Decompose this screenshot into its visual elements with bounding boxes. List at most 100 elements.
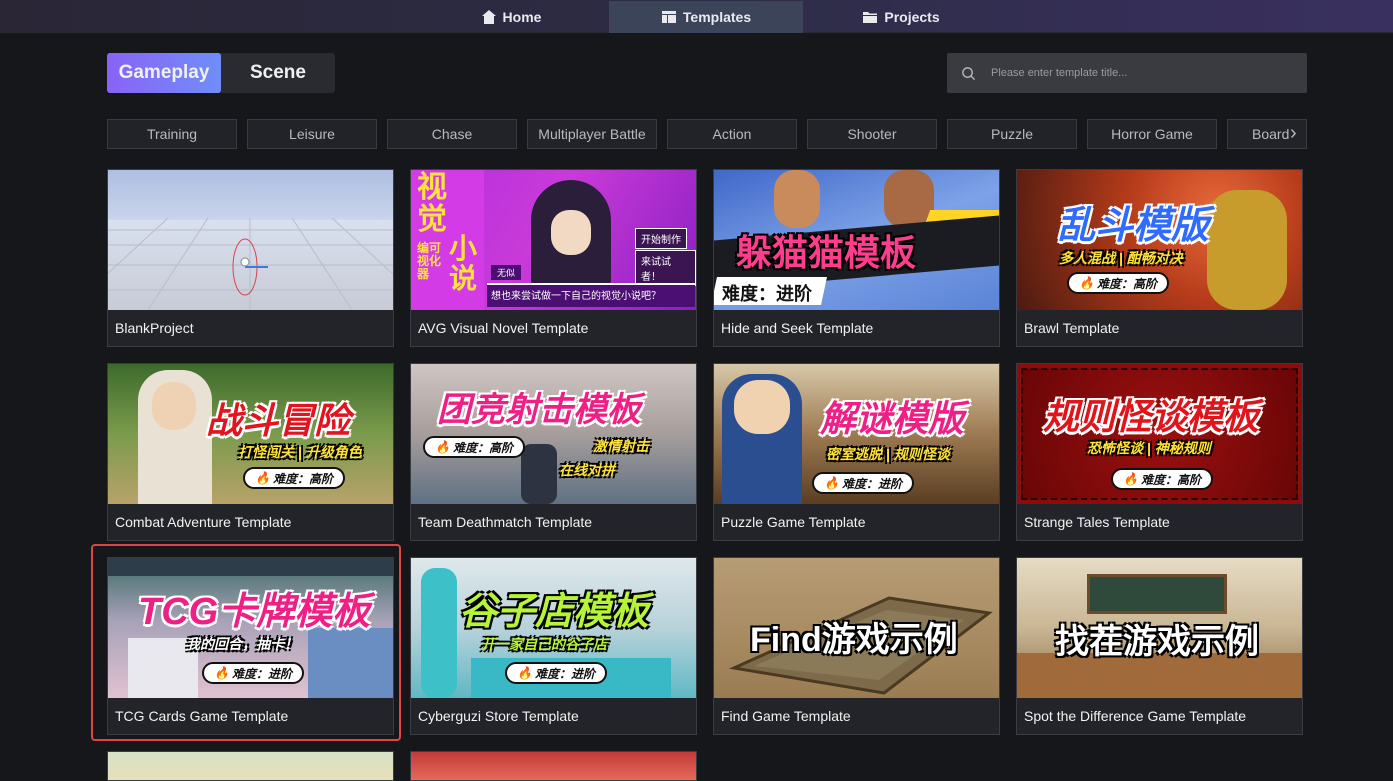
- template-card-strange-tales[interactable]: 规则怪谈模板 恐怖怪谈 | 神秘规则 🔥 难度：高阶 Strange Tales …: [1016, 363, 1303, 541]
- template-title: Strange Tales Template: [1024, 514, 1170, 530]
- template-title: BlankProject: [115, 320, 194, 336]
- template-card-hide-and-seek[interactable]: 躲猫猫模板 难度：进阶 Hide and Seek Template: [713, 169, 1000, 347]
- art-text: 在线对拼: [559, 462, 615, 478]
- art-headline: TCG卡牌模板: [138, 591, 371, 633]
- fire-icon: 🔥: [1079, 276, 1094, 290]
- template-thumbnail: Find游戏示例: [714, 558, 999, 698]
- mode-gameplay-button[interactable]: Gameplay: [107, 53, 221, 93]
- art-headline: 战斗冒险: [206, 400, 351, 441]
- art-headline: 解谜模版: [820, 398, 965, 439]
- template-card-combat-adventure[interactable]: 战斗冒险 打怪闯关 | 升级角色 🔥 难度：高阶 Combat Adventure…: [107, 363, 394, 541]
- template-card-blank-project[interactable]: BlankProject: [107, 169, 394, 347]
- template-title: Spot the Difference Game Template: [1024, 708, 1247, 724]
- difficulty-pill: 🔥 难度：进阶: [812, 472, 914, 494]
- art-text: 开一家自己的谷子店: [481, 636, 607, 652]
- mode-scene-button[interactable]: Scene: [221, 53, 335, 93]
- template-thumbnail: 战斗冒险 打怪闯关 | 升级角色 🔥 难度：高阶: [108, 364, 393, 504]
- template-title: Find Game Template: [721, 708, 851, 724]
- template-title: Hide and Seek Template: [721, 320, 874, 336]
- templates-icon: [661, 11, 676, 23]
- template-card-partial[interactable]: [410, 751, 697, 781]
- template-card-spot-the-difference[interactable]: 找茬游戏示例 Spot the Difference Game Template: [1016, 557, 1303, 735]
- art-text: 想也来尝试做一下自己的视觉小说吧？: [491, 291, 661, 302]
- nav-tab-label: Projects: [884, 9, 940, 25]
- art-text: 难度：进阶: [722, 284, 812, 304]
- chevron-right-icon[interactable]: ›: [1290, 123, 1304, 144]
- template-thumbnail: 谷子店模板 开一家自己的谷子店 🔥 难度：进阶: [411, 558, 696, 698]
- template-card-brawl[interactable]: 乱斗模版 多人混战 | 酣畅对决 🔥 难度：高阶 Brawl Template: [1016, 169, 1303, 347]
- template-title: AVG Visual Novel Template: [418, 320, 589, 336]
- category-chase[interactable]: Chase: [387, 119, 517, 149]
- mode-switch: Gameplay Scene: [107, 53, 335, 93]
- art-text: 难度：高阶: [1096, 276, 1157, 291]
- template-card-team-deathmatch[interactable]: 团竞射击模板 🔥 难度：高阶 激情射击 在线对拼 Team Deathmatch …: [410, 363, 697, 541]
- template-card-tcg-cards-game[interactable]: TCG卡牌模板 我的回合，抽卡！ 🔥 难度：进阶 TCG Cards Game T…: [107, 557, 394, 735]
- nav-tab-label: Home: [502, 9, 542, 25]
- art-text: 无似: [491, 265, 522, 280]
- art-text: 难度：进阶: [231, 666, 292, 681]
- fire-icon: 🔥: [1123, 472, 1138, 486]
- template-thumbnail: 视觉 小说 编可视化器 开始制作 来试试者！ 无似 想也来尝试做一下自己的视觉小…: [411, 170, 696, 310]
- template-card-partial[interactable]: [107, 751, 394, 781]
- category-multiplayer-battle[interactable]: Multiplayer Battle: [527, 119, 657, 149]
- template-thumbnail: 躲猫猫模板 难度：进阶: [714, 170, 999, 310]
- art-text: 难度：高阶: [272, 471, 333, 486]
- template-title: Cyberguzi Store Template: [418, 708, 579, 724]
- art-text: 密室逃脱 | 规则怪谈: [826, 446, 950, 462]
- template-card-cyberguzi-store[interactable]: 谷子店模板 开一家自己的谷子店 🔥 难度：进阶 Cyberguzi Store T…: [410, 557, 697, 735]
- art-headline: 躲猫猫模板: [736, 232, 917, 273]
- folder-icon: [863, 12, 878, 23]
- category-action[interactable]: Action: [667, 119, 797, 149]
- template-thumbnail: TCG卡牌模板 我的回合，抽卡！ 🔥 难度：进阶: [108, 558, 393, 698]
- category-bar: Training Leisure Chase Multiplayer Battl…: [107, 119, 1307, 149]
- template-thumbnail: 规则怪谈模板 恐怖怪谈 | 神秘规则 🔥 难度：高阶: [1017, 364, 1302, 504]
- difficulty-pill: 🔥 难度：进阶: [505, 662, 607, 684]
- category-training[interactable]: Training: [107, 119, 237, 149]
- art-headline: Find游戏示例: [750, 621, 958, 659]
- template-card-avg-visual-novel[interactable]: 视觉 小说 编可视化器 开始制作 来试试者！ 无似 想也来尝试做一下自己的视觉小…: [410, 169, 697, 347]
- template-thumbnail: 团竞射击模板 🔥 难度：高阶 激情射击 在线对拼: [411, 364, 696, 504]
- nav-tab-label: Templates: [682, 9, 752, 25]
- nav-tab-templates[interactable]: Templates: [609, 1, 803, 33]
- nav-tab-projects[interactable]: Projects: [804, 1, 998, 33]
- fire-icon: 🔥: [214, 666, 229, 680]
- art-text: 编可视化器: [417, 241, 442, 281]
- category-shooter[interactable]: Shooter: [807, 119, 937, 149]
- template-thumbnail: [108, 170, 393, 310]
- search-icon: [962, 66, 976, 80]
- fire-icon: 🔥: [824, 476, 839, 490]
- template-thumbnail: 解谜模版 密室逃脱 | 规则怪谈 🔥 难度：进阶: [714, 364, 999, 504]
- art-text: 来试试者！: [635, 250, 696, 286]
- template-thumbnail: 乱斗模版 多人混战 | 酣畅对决 🔥 难度：高阶: [1017, 170, 1302, 310]
- category-horror-game[interactable]: Horror Game: [1087, 119, 1217, 149]
- art-text: 激情射击: [593, 438, 649, 454]
- art-headline: 团竞射击模板: [437, 391, 641, 429]
- art-text: 打怪闯关 | 升级角色: [238, 444, 362, 460]
- category-leisure[interactable]: Leisure: [247, 119, 377, 149]
- art-headline: 找茬游戏示例: [1055, 623, 1259, 661]
- search-box: [947, 53, 1307, 93]
- template-title: Team Deathmatch Template: [418, 514, 593, 530]
- art-text: 恐怖怪谈 | 神秘规则: [1087, 440, 1211, 456]
- difficulty-pill: 🔥 难度：高阶: [1111, 468, 1213, 490]
- template-card-find-game[interactable]: Find游戏示例 Find Game Template: [713, 557, 1000, 735]
- art-text: 小说: [449, 233, 478, 294]
- category-puzzle[interactable]: Puzzle: [947, 119, 1077, 149]
- art-text: 开始制作: [635, 228, 687, 249]
- blank-scene-preview: [108, 217, 393, 310]
- difficulty-pill: 🔥 难度：高阶: [243, 467, 345, 489]
- template-card-puzzle-game[interactable]: 解谜模版 密室逃脱 | 规则怪谈 🔥 难度：进阶 Puzzle Game Temp…: [713, 363, 1000, 541]
- art-text: 难度：高阶: [452, 440, 513, 455]
- art-text: 难度：进阶: [841, 476, 902, 491]
- top-nav: Home Templates Projects: [0, 0, 1393, 33]
- search-input[interactable]: [991, 67, 1291, 79]
- difficulty-pill: 🔥 难度：进阶: [202, 662, 304, 684]
- nav-tab-home[interactable]: Home: [414, 1, 608, 33]
- difficulty-pill: 🔥 难度：高阶: [423, 436, 525, 458]
- template-title: Puzzle Game Template: [721, 514, 866, 530]
- template-title: Combat Adventure Template: [115, 514, 292, 530]
- fire-icon: 🔥: [517, 666, 532, 680]
- fire-icon: 🔥: [255, 471, 270, 485]
- home-icon: [481, 10, 496, 24]
- art-text: 我的回合，抽卡！: [186, 636, 298, 652]
